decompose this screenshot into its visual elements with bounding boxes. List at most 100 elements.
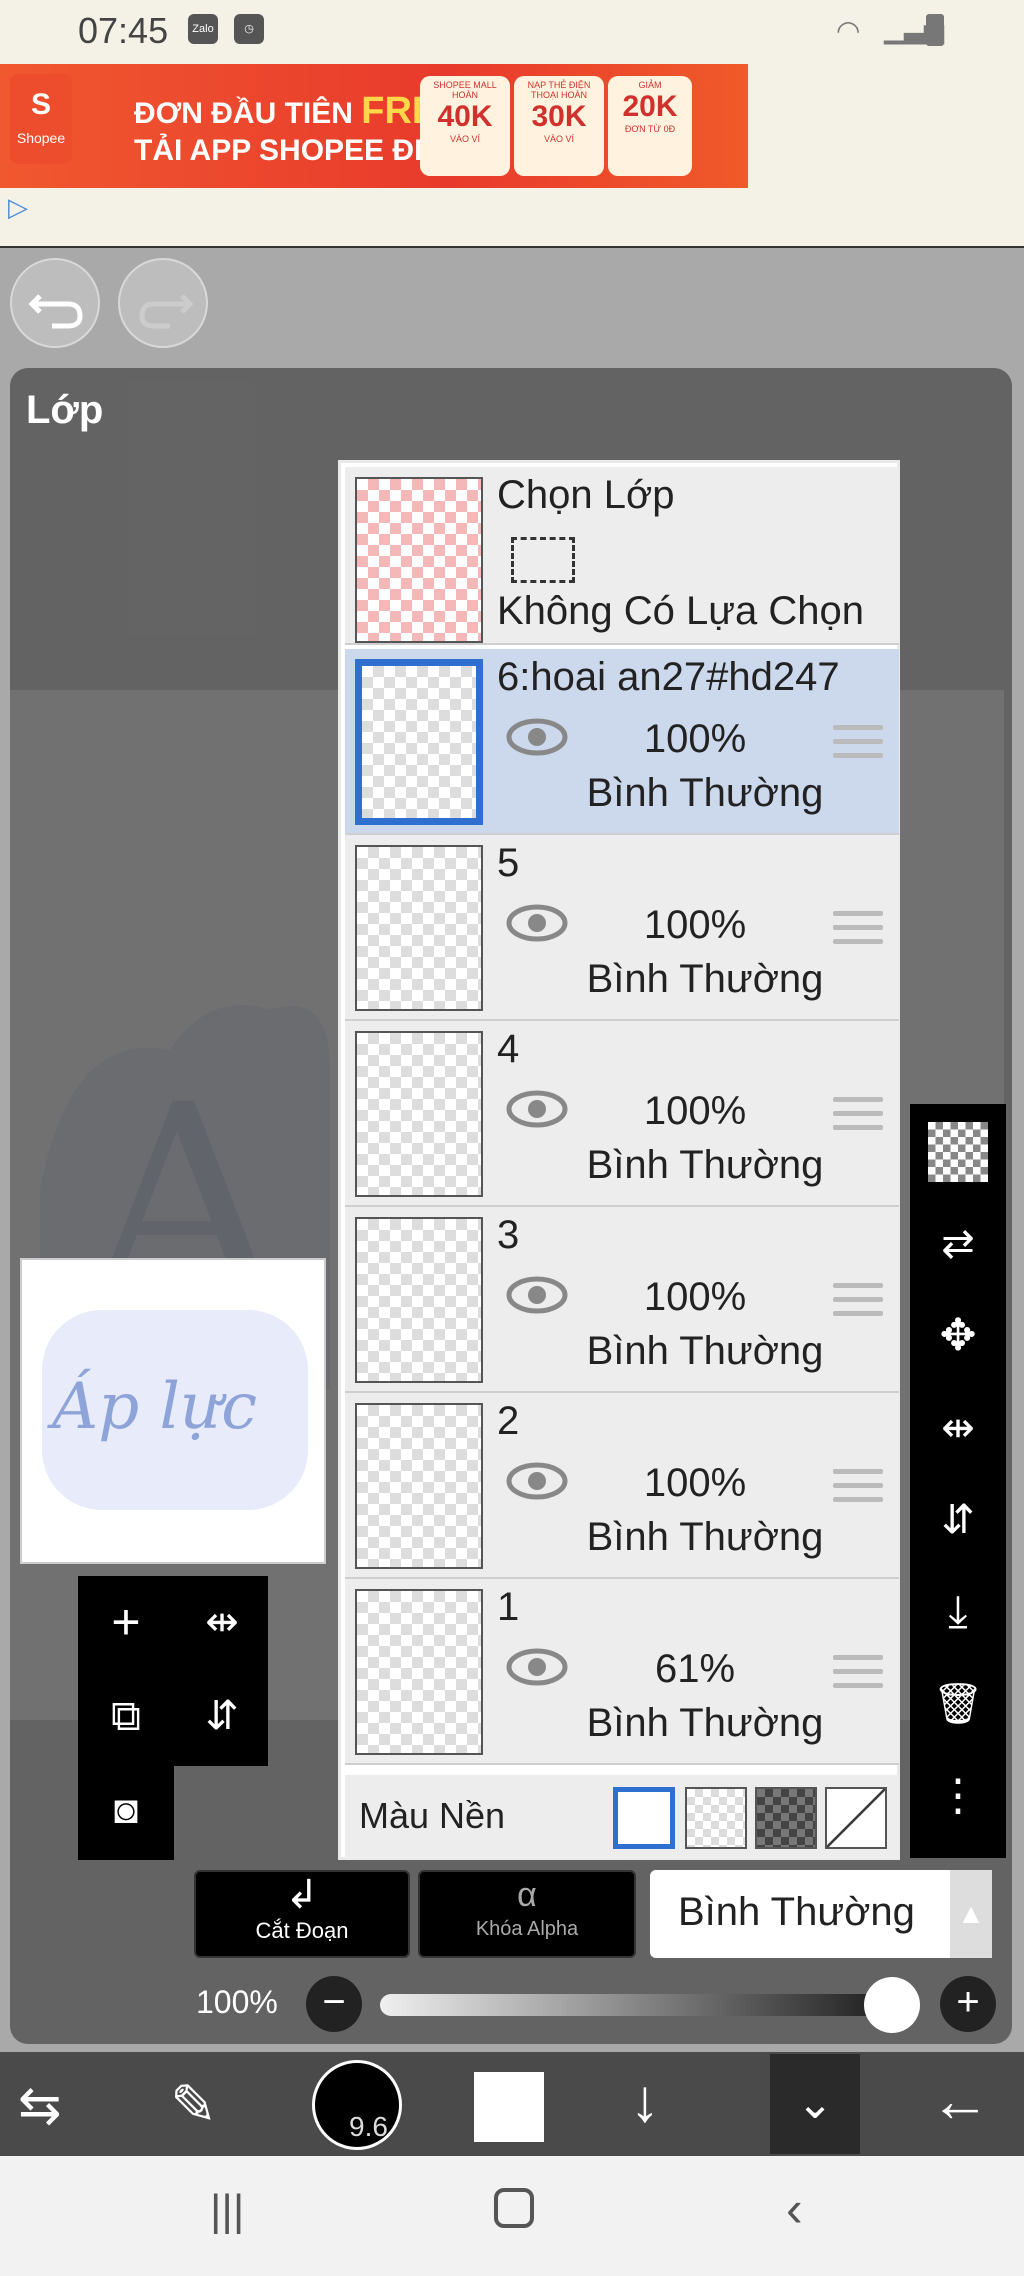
adchoices-icon[interactable]: ▷ [8, 192, 28, 223]
layers-collapse-button[interactable]: ⌄ [770, 2054, 860, 2154]
opacity-readout: 100% [196, 1984, 278, 2020]
color-swatch[interactable] [474, 2072, 544, 2142]
flip-vertical-icon[interactable]: ⇵ [182, 1676, 262, 1756]
opacity-increase-button[interactable]: + [940, 1976, 996, 2032]
ad-coupon-3: GIẢM 20K ĐƠN TỪ 0Đ [608, 76, 692, 176]
alpha-lock-button[interactable]: α Khóa Alpha [418, 1870, 636, 1958]
blend-mode-select[interactable]: Bình Thường ▲ [650, 1870, 992, 1958]
undo-button[interactable] [10, 258, 100, 348]
opacity-decrease-button[interactable]: − [306, 1976, 362, 2032]
undo-icon [28, 294, 83, 329]
ad-line2: TẢI APP SHOPEE ĐI [134, 134, 423, 167]
eye-icon[interactable] [505, 717, 569, 757]
opacity-slider[interactable] [380, 1977, 920, 2033]
layer-name: 5 [497, 841, 520, 885]
bg-white-swatch[interactable] [613, 1787, 675, 1849]
layer-thumbnail [355, 1403, 483, 1569]
transparency-icon[interactable] [928, 1122, 988, 1182]
back-icon[interactable]: ‹ [786, 2180, 803, 2238]
merge-down-icon[interactable]: ⤓ [928, 1582, 988, 1642]
eye-icon[interactable] [505, 1461, 569, 1501]
layer-blend-mode: Bình Thường [586, 957, 824, 1001]
ad-banner[interactable]: S Shopee ĐƠN ĐẦU TIÊN FREE TẢI APP SHOPE… [0, 64, 748, 188]
arrow-down-icon[interactable]: ↓ [630, 2066, 660, 2135]
layer-opacity: 100% [643, 1461, 747, 1505]
drag-handle-icon[interactable] [833, 1469, 883, 1503]
flip-vertical-icon[interactable]: ⇵ [928, 1490, 988, 1550]
selection-subtitle: Không Có Lựa Chọn [497, 589, 865, 633]
flip-horizontal-icon[interactable]: ⇹ [182, 1582, 262, 1662]
opacity-slider-knob[interactable] [864, 1977, 920, 2033]
panel-title: Lớp [26, 388, 104, 432]
layer-row[interactable]: 3 100% Bình Thường [345, 1207, 899, 1393]
brush-size-button[interactable]: 9.6 [312, 2060, 402, 2150]
more-icon[interactable]: ⋮ [928, 1766, 988, 1826]
recent-apps-icon[interactable]: ||| [210, 2186, 244, 2236]
drag-handle-icon[interactable] [833, 1655, 883, 1689]
zalo-icon: Zalo [188, 14, 218, 44]
layer-name: 1 [497, 1585, 520, 1629]
layer-opacity: 61% [654, 1647, 736, 1691]
background-label: Màu Nền [359, 1795, 506, 1836]
layer-name: 3 [497, 1213, 520, 1257]
layer-row[interactable]: 6:hoai an27#hd247 100% Bình Thường [345, 649, 899, 835]
background-color-row: Màu Nền [345, 1775, 899, 1859]
wifi-icon: ◠ [836, 15, 861, 46]
home-icon[interactable] [494, 2188, 534, 2228]
bg-dark-swatch[interactable] [755, 1787, 817, 1849]
status-bar: 07:45 Zalo ◷ ◠ ▁▃▅ [0, 0, 1024, 62]
redo-button[interactable] [118, 258, 208, 348]
clip-button[interactable]: ↲ Cắt Đoạn [194, 1870, 410, 1958]
layer-opacity: 100% [643, 1275, 747, 1319]
tool-switch-icon[interactable]: ⇆ [18, 2076, 62, 2136]
layer-name: 4 [497, 1027, 520, 1071]
selection-title: Chọn Lớp [497, 473, 675, 517]
drag-handle-icon[interactable] [833, 725, 883, 759]
layer-name: 2 [497, 1399, 520, 1443]
shopee-logo: S Shopee [10, 74, 72, 164]
eye-icon[interactable] [505, 903, 569, 943]
double-chevron-down-icon: ⌄ [796, 2079, 834, 2128]
layer-transfer-icon[interactable]: ⇄ [928, 1214, 988, 1274]
layer-blend-mode: Bình Thường [586, 1329, 824, 1373]
redo-icon [139, 294, 194, 329]
bg-none-swatch[interactable] [825, 1787, 887, 1849]
layer-row[interactable]: 5 100% Bình Thường [345, 835, 899, 1021]
move-icon[interactable]: ✥ [928, 1306, 988, 1366]
bg-transparent-swatch[interactable] [685, 1787, 747, 1849]
selection-layer-row[interactable]: Chọn Lớp Không Có Lựa Chọn [345, 467, 899, 645]
layer-name: 6:hoai an27#hd247 [497, 655, 840, 699]
layer-thumbnail [355, 1031, 483, 1197]
layer-tool-column: ⇄ ✥ ⇹ ⇵ ⤓ 🗑 ⋮ [910, 1104, 1006, 1858]
clip-icon: ↲ [285, 1873, 319, 1917]
bottom-toolbar: ⇆ ✎ 9.6 ↓ ⌄ ← [0, 2052, 1024, 2156]
layer-row[interactable]: 2 100% Bình Thường [345, 1393, 899, 1579]
ad-coupon-2: NẠP THẺ ĐIỆN THOẠI HOÀN 30K VÀO VÍ [514, 76, 604, 176]
layer-opacity: 100% [643, 717, 747, 761]
preview-text: Áp lực [52, 1370, 258, 1444]
back-arrow-icon[interactable]: ← [930, 2066, 990, 2135]
drag-handle-icon[interactable] [833, 1097, 883, 1131]
add-layer-button[interactable]: + [86, 1582, 166, 1662]
alpha-lock-label: Khóa Alpha [475, 1918, 579, 1940]
layer-row[interactable]: 1 61% Bình Thường [345, 1579, 899, 1765]
eye-icon[interactable] [505, 1089, 569, 1129]
layer-opacity: 100% [643, 1089, 747, 1133]
brush-icon[interactable]: ✎ [170, 2072, 217, 2138]
camera-icon[interactable]: ◙ [86, 1770, 166, 1850]
ad-coupon-1: SHOPEE MALL HOÀN 40K VÀO VÍ [420, 76, 510, 176]
canvas-preview[interactable]: Áp lực [20, 1258, 326, 1564]
eye-icon[interactable] [505, 1275, 569, 1315]
trash-icon[interactable]: 🗑 [928, 1674, 988, 1734]
drag-handle-icon[interactable] [833, 1283, 883, 1317]
brush-size-value: 9.6 [349, 2111, 388, 2142]
drag-handle-icon[interactable] [833, 911, 883, 945]
alpha-lock-icon: α [517, 1876, 537, 1914]
status-time: 07:45 [78, 10, 169, 51]
clock-icon: ◷ [234, 14, 264, 44]
duplicate-layer-button[interactable]: ⧉ [86, 1676, 166, 1756]
flip-horizontal-icon[interactable]: ⇹ [928, 1398, 988, 1458]
layer-opacity: 100% [643, 903, 747, 947]
layer-row[interactable]: 4 100% Bình Thường [345, 1021, 899, 1207]
eye-icon[interactable] [505, 1647, 569, 1687]
